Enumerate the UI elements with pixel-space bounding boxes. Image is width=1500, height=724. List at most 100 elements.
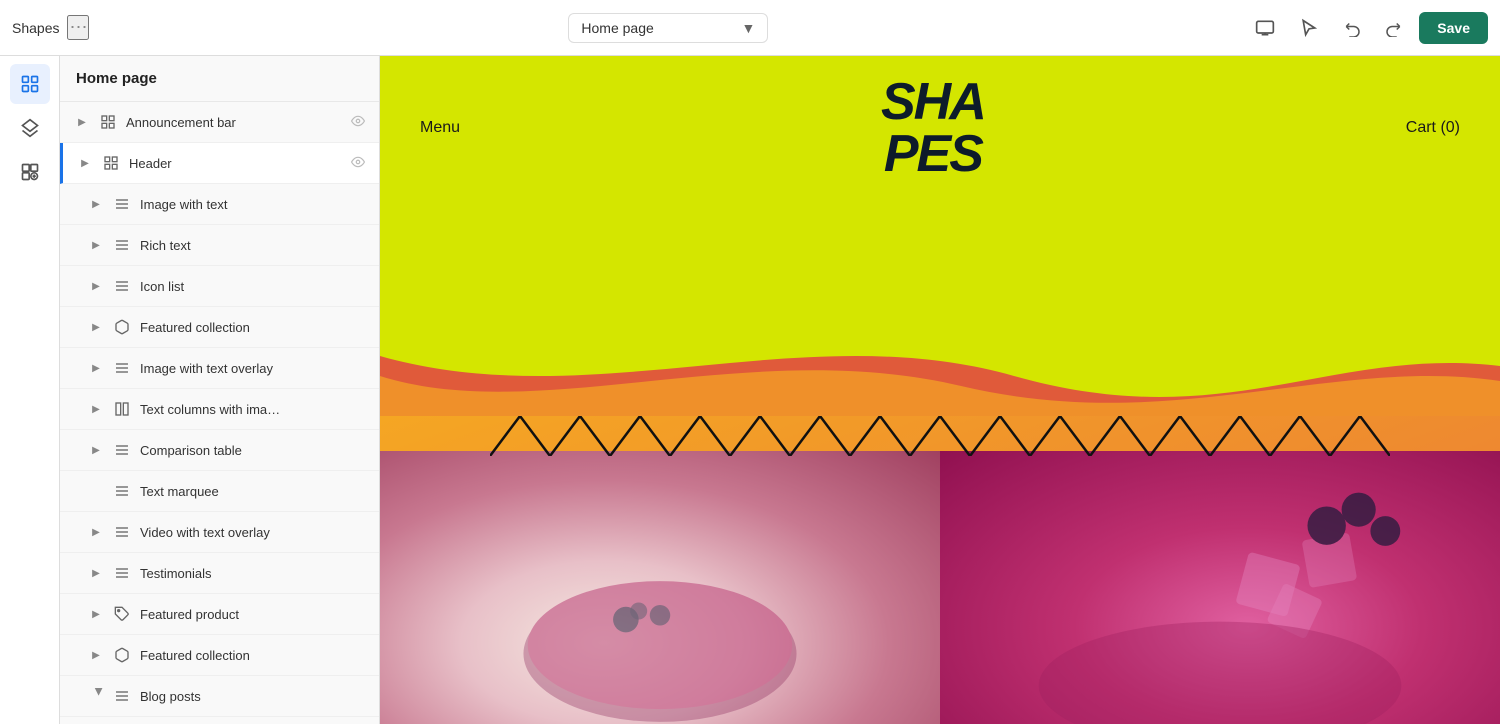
sidebar-list: ▶ Announcement bar ▶ (60, 102, 379, 724)
sidebar-item-label: Featured product (140, 607, 343, 622)
pages-icon-button[interactable] (10, 64, 50, 104)
sidebar-item-image-with-text-overlay[interactable]: ▶ Image with text overlay (60, 348, 379, 389)
sidebar-item-label: Icon list (140, 279, 343, 294)
tag-icon (112, 604, 132, 624)
bowl-left-svg (436, 483, 884, 724)
grid-icon (98, 112, 118, 132)
list-icon (112, 481, 132, 501)
save-button[interactable]: Save (1419, 12, 1488, 44)
expand-icon: ▶ (88, 278, 104, 294)
topbar: Shapes ⋯ Home page ▼ (0, 0, 1500, 56)
more-options-button[interactable]: ⋯ (67, 15, 89, 40)
list-icon (112, 522, 132, 542)
undo-redo-group (1335, 10, 1411, 46)
box-icon (112, 317, 132, 337)
expand-icon: ▶ (88, 647, 104, 663)
list-icon (112, 563, 132, 583)
sidebar-item-text-marquee[interactable]: ▶ Text marquee (60, 471, 379, 512)
bowl-right-svg (940, 451, 1500, 724)
photo-row (380, 451, 1500, 724)
grid-icon (101, 153, 121, 173)
expand-icon: ▶ (88, 524, 104, 540)
list-icon (112, 276, 132, 296)
expand-icon: ▶ (88, 319, 104, 335)
expand-icon: ▶ (88, 401, 104, 417)
sidebar-item-label: Text marquee (140, 484, 343, 499)
sidebar-item-label: Image with text (140, 197, 343, 212)
grid-icon (112, 399, 132, 419)
sidebar-item-announcement-bar[interactable]: ▶ Announcement bar (60, 102, 379, 143)
redo-button[interactable] (1375, 10, 1411, 46)
sidebar-item-header[interactable]: ▶ Header (60, 143, 379, 184)
wave-svg (380, 336, 1500, 416)
preview-nav-menu: Menu (420, 119, 460, 137)
sidebar-item-label: Featured collection (140, 648, 343, 663)
sidebar-item-comparison-table[interactable]: ▶ Comparison table (60, 430, 379, 471)
eye-icon[interactable] (351, 114, 365, 131)
undo-button[interactable] (1335, 10, 1371, 46)
expand-icon: ▶ (88, 688, 104, 704)
app-name: Shapes (12, 20, 59, 36)
expand-icon: ▶ (88, 360, 104, 376)
bowl-left-image (380, 451, 940, 724)
canvas-area[interactable]: Menu SHA PES Cart (0) (380, 56, 1500, 724)
topbar-center: Home page ▼ (97, 13, 1239, 43)
topbar-left: Shapes ⋯ (12, 15, 89, 40)
list-icon (112, 440, 132, 460)
list-icon (112, 686, 132, 706)
sidebar-item-label: Image with text overlay (140, 361, 343, 376)
sidebar-item-label: Comparison table (140, 443, 343, 458)
sidebar: Home page ▶ Announcement bar (60, 56, 380, 724)
wave-section (380, 336, 1500, 416)
cursor-tool-button[interactable] (1291, 10, 1327, 46)
sidebar-item-testimonials[interactable]: ▶ Testimonials (60, 553, 379, 594)
sidebar-item-featured-collection-1[interactable]: ▶ Featured collection (60, 307, 379, 348)
list-icon (112, 194, 132, 214)
photo-right (940, 451, 1500, 724)
sidebar-item-blog-posts[interactable]: ▶ Blog posts (60, 676, 379, 717)
list-icon (112, 235, 132, 255)
preview-logo: SHA PES (881, 76, 985, 180)
sidebar-item-label: Announcement bar (126, 115, 343, 130)
preview-photo-section (380, 416, 1500, 724)
expand-icon: ▶ (88, 565, 104, 581)
sidebar-item-label: Featured collection (140, 320, 343, 335)
sidebar-item-video-with-text-overlay[interactable]: ▶ Video with text overlay (60, 512, 379, 553)
apps-icon-button[interactable] (10, 152, 50, 192)
icon-bar (0, 56, 60, 724)
expand-icon: ▶ (77, 155, 93, 171)
sidebar-item-text-columns[interactable]: ▶ Text columns with ima… (60, 389, 379, 430)
preview-nav-cart: Cart (0) (1406, 119, 1460, 137)
page-selector-value: Home page (581, 20, 653, 36)
device-preview-button[interactable] (1247, 10, 1283, 46)
list-icon (112, 358, 132, 378)
sections-icon-button[interactable] (10, 108, 50, 148)
sidebar-item-icon-list[interactable]: ▶ Icon list (60, 266, 379, 307)
sidebar-item-label: Video with text overlay (140, 525, 343, 540)
sidebar-item-label: Testimonials (140, 566, 343, 581)
expand-icon: ▶ (88, 237, 104, 253)
photo-left (380, 451, 940, 724)
expand-icon: ▶ (88, 442, 104, 458)
page-selector[interactable]: Home page ▼ (568, 13, 768, 43)
bowl-right-image (940, 451, 1500, 724)
expand-icon: ▶ (88, 196, 104, 212)
sidebar-item-rich-text[interactable]: ▶ Rich text (60, 225, 379, 266)
sidebar-item-featured-product[interactable]: ▶ Featured product (60, 594, 379, 635)
chevron-down-icon: ▼ (742, 20, 756, 36)
canvas-inner: Menu SHA PES Cart (0) (380, 56, 1500, 724)
sidebar-title: Home page (60, 56, 379, 102)
sidebar-item-featured-collection-2[interactable]: ▶ Featured collection (60, 635, 379, 676)
box-icon (112, 645, 132, 665)
sidebar-item-label: Rich text (140, 238, 343, 253)
sidebar-item-image-with-text[interactable]: ▶ Image with text (60, 184, 379, 225)
sidebar-item-label: Text columns with ima… (140, 402, 343, 417)
zigzag-card (490, 416, 1390, 456)
expand-icon: ▶ (88, 606, 104, 622)
topbar-right: Save (1247, 10, 1488, 46)
eye-icon[interactable] (351, 155, 365, 172)
sidebar-item-label: Blog posts (140, 689, 365, 704)
expand-icon: ▶ (74, 114, 90, 130)
preview-nav: Menu SHA PES Cart (0) (380, 56, 1500, 200)
zigzag-svg (490, 416, 1390, 456)
